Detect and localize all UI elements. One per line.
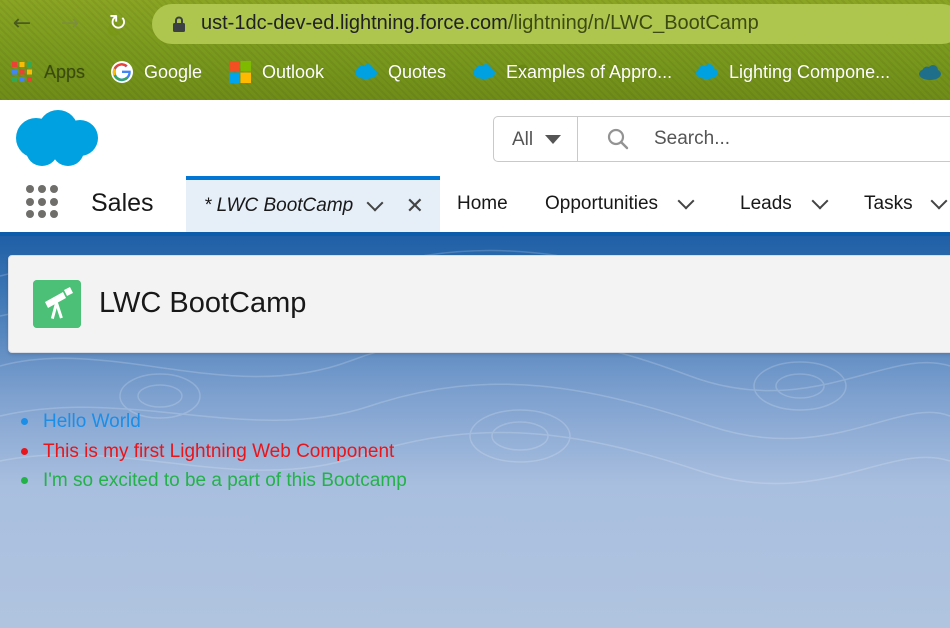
tab-opportunities[interactable]: Opportunities [545,176,695,232]
bookmark-label: Quotes [388,61,447,82]
chevron-down-icon[interactable] [366,194,384,212]
bookmark-examples[interactable]: Examples of Appro... [472,60,672,84]
outlook-icon [229,61,251,83]
bookmark-label: Outlook [262,61,325,82]
lock-icon [173,16,185,32]
salesforce-logo[interactable] [12,108,100,170]
app-navigation: Sales * LWC BootCamp ✕ Home Opportunitie… [0,176,950,232]
cloud-icon [919,65,941,80]
apps-grid-icon [12,62,32,82]
bookmark-google[interactable]: Google [110,60,202,84]
chevron-down-icon[interactable] [677,192,695,210]
tab-leads[interactable]: Leads [740,176,829,232]
global-header: All [0,100,950,176]
reload-icon[interactable]: ↻ [104,10,132,38]
list-item: Hello World [20,410,407,440]
tab-label: * LWC BootCamp [204,195,354,216]
tab-label: Tasks [864,193,913,214]
bookmark-overflow[interactable] [918,60,942,84]
tab-label: Home [457,193,508,214]
close-icon[interactable]: ✕ [406,194,424,219]
bookmarks-bar: Apps Google Outlook Quotes Examples of A… [0,52,950,92]
bullet-icon [21,447,28,455]
bullet-icon [21,477,28,484]
url-text: ust-1dc-dev-ed.lightning.force.com/light… [201,12,759,35]
component-message-list: Hello World This is my first Lightning W… [20,410,407,499]
url-path: /lightning/n/LWC_BootCamp [507,12,759,34]
telescope-icon [33,280,81,328]
back-arrow-icon[interactable]: ← [8,10,36,38]
url-host: ust-1dc-dev-ed.lightning.force.com [201,12,508,34]
tab-lwc-bootcamp[interactable]: * LWC BootCamp ✕ [186,176,440,232]
bookmark-label: Lighting Compone... [729,61,891,82]
bookmark-label: Google [144,61,203,82]
page-title: LWC BootCamp [99,287,307,319]
tab-label: Leads [740,193,792,214]
page-header: LWC BootCamp [8,255,950,353]
caret-down-icon [545,135,561,144]
bookmark-quotes[interactable]: Quotes [354,60,446,84]
forward-arrow-icon[interactable]: → [56,10,84,38]
salesforce-cloud-icon [473,64,495,79]
bookmark-outlook[interactable]: Outlook [228,60,324,84]
search-scope-label: All [512,129,534,150]
global-search: All [493,116,950,162]
bookmark-apps[interactable]: Apps [10,60,85,84]
browser-chrome: ← → ↻ ust-1dc-dev-ed.lightning.force.com… [0,0,950,100]
address-bar[interactable]: ust-1dc-dev-ed.lightning.force.com/light… [152,4,950,44]
tab-tasks[interactable]: Tasks [864,176,948,232]
app-name: Sales [91,189,154,217]
list-item: I'm so excited to be a part of this Boot… [20,469,407,499]
google-icon [111,61,133,83]
bookmark-label: Apps [44,61,86,82]
bookmark-label: Examples of Appro... [506,61,673,82]
list-item-text: Hello World [43,411,141,432]
bookmark-lighting[interactable]: Lighting Compone... [695,60,890,84]
tab-label: Opportunities [545,193,659,214]
app-launcher-icon[interactable] [26,185,60,219]
list-item-text: I'm so excited to be a part of this Boot… [43,470,407,491]
search-scope-dropdown[interactable]: All [494,117,578,161]
search-input[interactable] [654,125,944,153]
salesforce-cloud-icon [696,64,718,79]
tab-home[interactable]: Home [457,176,508,232]
bullet-icon [21,418,28,425]
chevron-down-icon[interactable] [811,192,829,210]
chevron-down-icon[interactable] [930,192,948,210]
list-item-text: This is my first Lightning Web Component [43,440,395,462]
search-icon [607,128,629,150]
salesforce-cloud-icon [355,64,377,79]
list-item: This is my first Lightning Web Component [20,440,407,470]
